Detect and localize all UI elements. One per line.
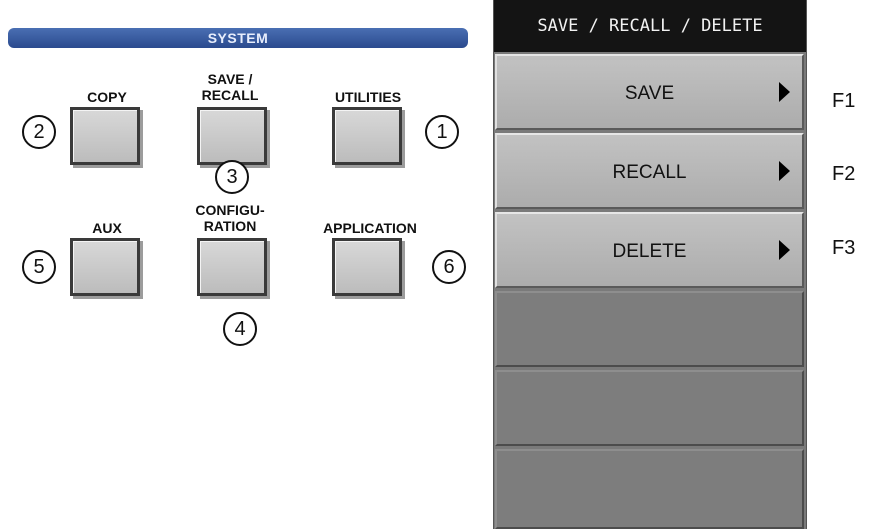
copy-key-label: COPY xyxy=(87,89,127,105)
configuration-key-label: CONFIGU- RATION xyxy=(180,202,280,234)
recall-softkey[interactable]: RECALL xyxy=(495,133,804,209)
save-softkey-label: SAVE xyxy=(624,83,675,104)
delete-softkey[interactable]: DELETE xyxy=(495,212,804,288)
callout-2: 2 xyxy=(22,115,56,149)
system-section-header: SYSTEM xyxy=(8,28,468,48)
callout-5: 5 xyxy=(22,250,56,284)
callout-1: 1 xyxy=(425,115,459,149)
submenu-arrow-icon xyxy=(779,240,790,260)
aux-key-label: AUX xyxy=(92,220,122,236)
recall-softkey-label: RECALL xyxy=(612,162,687,183)
utilities-key[interactable] xyxy=(332,107,402,165)
empty-softkey-4[interactable] xyxy=(495,291,804,367)
menu-title: SAVE / RECALL / DELETE xyxy=(494,0,806,52)
save-recall-label-line2: RECALL xyxy=(201,87,259,103)
f2-label: F2 xyxy=(832,163,856,185)
empty-softkey-6[interactable] xyxy=(495,449,804,529)
submenu-arrow-icon xyxy=(779,161,790,181)
f3-label: F3 xyxy=(832,237,856,259)
application-key-label: APPLICATION xyxy=(323,220,417,236)
save-softkey[interactable]: SAVE xyxy=(495,54,804,130)
softkey-menu: SAVE / RECALL / DELETE SAVE RECALL DELET… xyxy=(493,0,807,529)
configuration-label-line1: CONFIGU- xyxy=(195,202,265,218)
save-recall-label-line1: SAVE / xyxy=(207,71,253,87)
empty-softkey-5[interactable] xyxy=(495,370,804,446)
copy-key[interactable] xyxy=(70,107,140,165)
configuration-label-line2: RATION xyxy=(203,218,257,234)
application-key[interactable] xyxy=(332,238,402,296)
aux-key[interactable] xyxy=(70,238,140,296)
save-recall-key[interactable] xyxy=(197,107,267,165)
callout-3: 3 xyxy=(215,160,249,194)
configuration-key[interactable] xyxy=(197,238,267,296)
callout-4: 4 xyxy=(223,312,257,346)
utilities-key-label: UTILITIES xyxy=(334,89,402,105)
save-recall-key-label: SAVE / RECALL xyxy=(185,71,275,103)
callout-6: 6 xyxy=(432,250,466,284)
f1-label: F1 xyxy=(832,90,856,112)
delete-softkey-label: DELETE xyxy=(612,241,687,262)
submenu-arrow-icon xyxy=(779,82,790,102)
